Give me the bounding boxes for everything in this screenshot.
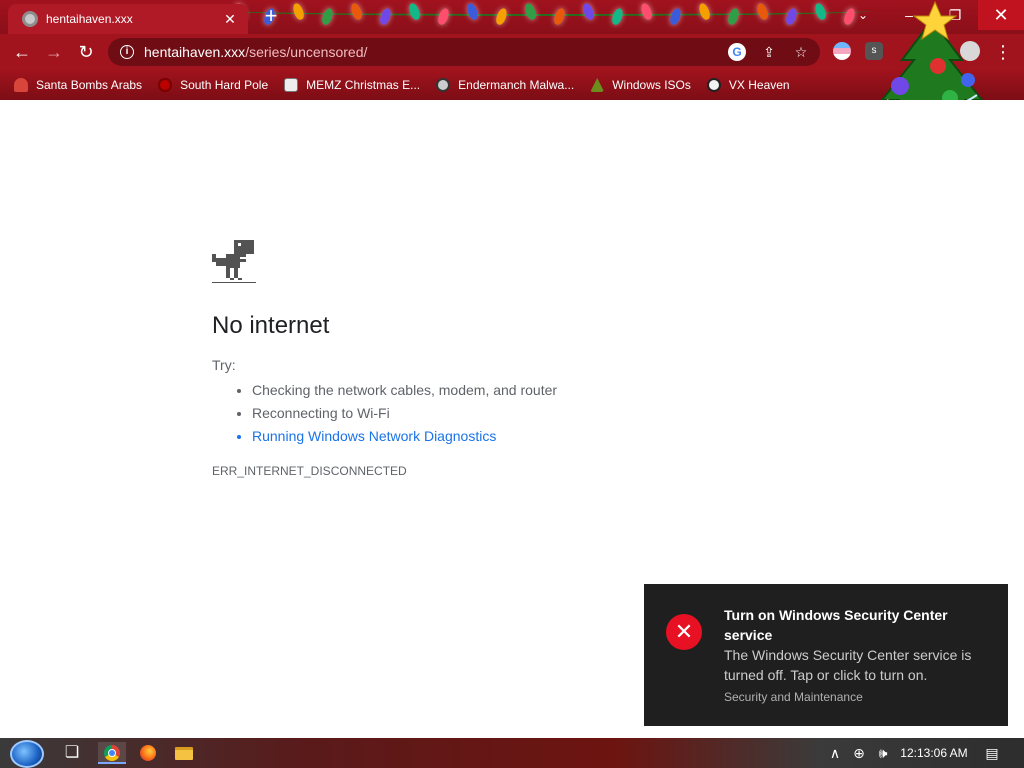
chrome-taskbar-button[interactable] — [98, 742, 126, 764]
bookmark-label: VX Heaven — [728, 78, 790, 92]
reload-button[interactable]: ↻ — [74, 40, 98, 64]
toast-title: Turn on Windows Security Center service — [724, 607, 948, 643]
site-info-icon[interactable]: i — [120, 45, 134, 59]
error-code: ERR_INTERNET_DISCONNECTED — [212, 464, 407, 478]
bookmark-item[interactable]: VX Heaven — [706, 78, 790, 92]
url-host: hentaihaven.xxx — [144, 44, 246, 60]
error-headline: No internet — [212, 312, 330, 339]
forward-button[interactable]: → — [42, 40, 66, 64]
virus-icon — [158, 78, 173, 92]
file-explorer-icon — [175, 747, 193, 760]
tab-title: hentaihaven.xxx — [46, 12, 133, 26]
chrome-icon — [104, 745, 120, 761]
network-diagnostics-link[interactable]: Running Windows Network Diagnostics — [252, 427, 557, 450]
light-bulb — [291, 1, 306, 22]
url-path: /series/uncensored/ — [245, 44, 368, 60]
light-bulb — [407, 1, 422, 22]
firefox-taskbar-button[interactable] — [136, 742, 160, 764]
enderman-icon — [436, 78, 451, 92]
taskbar: ❏ ∧ ⊕ 🕪 12:13:06 AM ▤ — [0, 738, 1024, 768]
memz-icon — [284, 78, 299, 92]
address-bar[interactable]: i hentaihaven.xxx/series/uncensored/ G ⇪… — [108, 38, 820, 66]
file-explorer-taskbar-button[interactable] — [172, 742, 196, 764]
bookmark-label: Santa Bombs Arabs — [36, 78, 143, 92]
url-text[interactable]: hentaihaven.xxx/series/uncensored/ — [144, 44, 367, 60]
network-icon[interactable]: ⊕ — [850, 742, 868, 764]
toast-body: The Windows Security Center service is t… — [724, 647, 972, 683]
tab-close-icon[interactable]: ✕ — [222, 11, 238, 28]
task-view-icon[interactable]: ❏ — [60, 742, 84, 764]
globe-icon — [22, 11, 38, 27]
bookmark-star-icon[interactable]: ☆ — [792, 43, 810, 61]
bookmark-item[interactable]: Santa Bombs Arabs — [14, 78, 142, 92]
suggestion-item: Reconnecting to Wi-Fi — [252, 404, 557, 427]
bookmark-label: South Hard Pole — [180, 78, 269, 92]
firefox-icon — [140, 745, 156, 761]
bookmark-item[interactable]: Windows ISOs — [590, 78, 691, 92]
vx-icon — [706, 78, 721, 92]
light-bulb — [697, 1, 712, 22]
light-bulb — [813, 1, 828, 22]
show-hidden-icons-chevron-icon[interactable]: ∧ — [826, 742, 844, 764]
light-bulb — [639, 1, 654, 22]
start-button[interactable] — [10, 740, 44, 768]
share-icon[interactable]: ⇪ — [760, 43, 778, 61]
suggestion-item: Checking the network cables, modem, and … — [252, 381, 557, 404]
christmas-lights-decoration — [230, 0, 870, 34]
security-toast-notification[interactable]: ✕ Turn on Windows Security Center servic… — [644, 584, 1008, 726]
dinosaur-icon[interactable] — [212, 240, 256, 284]
light-bulb — [755, 1, 770, 22]
volume-icon[interactable]: 🕪 — [874, 742, 892, 764]
light-bulb — [523, 1, 538, 22]
back-button[interactable]: ← — [10, 40, 34, 64]
windows-tree-icon — [590, 78, 605, 92]
toast-source: Security and Maintenance — [724, 690, 863, 704]
error-icon: ✕ — [666, 614, 702, 650]
bookmark-label: MEMZ Christmas E... — [306, 78, 421, 92]
light-bulb — [581, 1, 596, 22]
light-bulb — [349, 1, 364, 22]
light-bulb — [465, 1, 480, 22]
taskbar-clock[interactable]: 12:13:06 AM — [898, 742, 970, 764]
google-lens-icon[interactable]: G — [728, 43, 746, 61]
try-label: Try: — [212, 357, 236, 373]
new-tab-button[interactable]: + — [260, 5, 282, 28]
bookmark-item[interactable]: MEMZ Christmas E... — [284, 78, 420, 92]
bookmark-item[interactable]: Endermanch Malwa... — [436, 78, 574, 92]
suggestion-list: Checking the network cables, modem, and … — [234, 381, 557, 450]
tab-active[interactable]: hentaihaven.xxx ✕ — [8, 4, 248, 34]
bookmark-label: Endermanch Malwa... — [458, 78, 575, 92]
action-center-icon[interactable]: ▤ — [982, 742, 1002, 764]
bookmark-item[interactable]: South Hard Pole — [158, 78, 268, 92]
santa-icon — [14, 78, 28, 92]
bookmark-label: Windows ISOs — [612, 78, 691, 92]
